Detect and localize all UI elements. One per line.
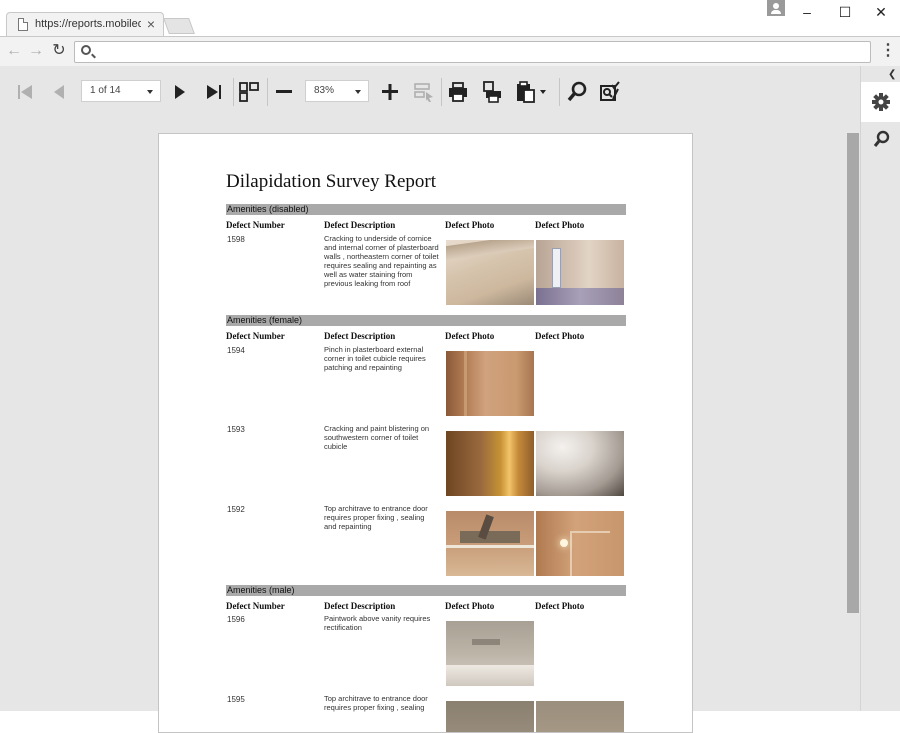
defect-number: 1595 bbox=[227, 695, 245, 704]
search-tab[interactable] bbox=[861, 122, 900, 158]
omnibox-search-icon bbox=[81, 45, 91, 55]
first-page-icon[interactable] bbox=[13, 80, 37, 104]
report-viewer: 1 of 14 83% ❮ Dilapidation Survey Report… bbox=[0, 66, 900, 733]
toolbar-divider bbox=[559, 78, 560, 106]
defect-description: Cracking to underside of cornice and int… bbox=[324, 234, 439, 288]
print-icon[interactable] bbox=[446, 80, 470, 104]
defect-photo bbox=[536, 511, 624, 576]
parameters-icon[interactable] bbox=[598, 80, 622, 104]
document-icon bbox=[18, 18, 28, 31]
search-icon bbox=[873, 130, 890, 147]
chevron-down-icon bbox=[147, 90, 153, 94]
defect-photo bbox=[446, 431, 534, 496]
search-icon[interactable] bbox=[565, 80, 589, 104]
page-indicator: 1 of 14 bbox=[90, 85, 121, 96]
defect-description: Pinch in plasterboard external corner in… bbox=[324, 345, 426, 372]
defect-photo bbox=[536, 431, 624, 496]
forward-arrow-icon[interactable]: → bbox=[27, 42, 45, 60]
print-page-icon[interactable] bbox=[480, 80, 504, 104]
defect-number: 1594 bbox=[227, 346, 245, 355]
defect-photo bbox=[446, 621, 534, 686]
scrollbar-thumb[interactable] bbox=[847, 133, 859, 613]
zoom-selector[interactable]: 83% bbox=[305, 80, 369, 102]
minimize-icon[interactable]: – bbox=[795, 3, 819, 21]
section-header: Amenities (female) bbox=[226, 315, 626, 326]
page-selector[interactable]: 1 of 14 bbox=[81, 80, 161, 102]
defect-description: Paintwork above vanity requires rectific… bbox=[324, 614, 431, 632]
profile-icon[interactable] bbox=[767, 0, 785, 16]
browser-menu-icon[interactable]: ⋮ bbox=[880, 43, 896, 61]
zoom-out-icon[interactable] bbox=[272, 80, 296, 104]
settings-tab[interactable] bbox=[861, 82, 900, 122]
defect-photo bbox=[536, 701, 624, 732]
tab-title: https://reports.mobiledata... bbox=[35, 18, 141, 30]
section-header: Amenities (male) bbox=[226, 585, 626, 596]
defect-description: Top architrave to entrance door requires… bbox=[324, 694, 428, 712]
defect-photo bbox=[536, 240, 624, 305]
chevron-down-icon bbox=[355, 90, 361, 94]
report-page: Dilapidation Survey Report Amenities (di… bbox=[158, 133, 693, 733]
maximize-icon[interactable]: ☐ bbox=[833, 3, 857, 21]
column-header-description: Defect Description bbox=[324, 601, 396, 611]
defect-photo bbox=[446, 701, 534, 732]
next-page-icon[interactable] bbox=[168, 80, 192, 104]
toolbar-divider bbox=[441, 78, 442, 106]
column-header-number: Defect Number bbox=[226, 601, 285, 611]
column-header-photo: Defect Photo bbox=[535, 331, 585, 341]
collapse-icon[interactable]: ❮ bbox=[888, 69, 896, 80]
toolbar-divider bbox=[233, 78, 234, 106]
reload-icon[interactable]: ↻ bbox=[50, 42, 68, 60]
back-arrow-icon[interactable]: ← bbox=[5, 42, 23, 60]
browser-tab[interactable]: https://reports.mobiledata... × bbox=[6, 12, 164, 37]
address-bar-row: ← → ↻ ⋮ bbox=[0, 36, 900, 66]
defect-number: 1598 bbox=[227, 235, 245, 244]
defect-photo bbox=[446, 351, 534, 416]
toolbar-divider bbox=[267, 78, 268, 106]
column-header-photo: Defect Photo bbox=[535, 601, 585, 611]
defect-number: 1592 bbox=[227, 505, 245, 514]
close-window-icon[interactable]: ✕ bbox=[869, 3, 893, 21]
gear-icon bbox=[872, 93, 890, 111]
highlight-editing-icon[interactable] bbox=[412, 80, 436, 104]
column-header-number: Defect Number bbox=[226, 220, 285, 230]
address-input[interactable] bbox=[74, 41, 871, 63]
new-tab-button[interactable] bbox=[163, 18, 195, 34]
column-header-photo: Defect Photo bbox=[445, 220, 495, 230]
zoom-level: 83% bbox=[314, 85, 335, 96]
browser-titlebar: https://reports.mobiledata... × – ☐ ✕ bbox=[0, 0, 900, 37]
multi-page-icon[interactable] bbox=[237, 80, 261, 104]
column-header-number: Defect Number bbox=[226, 331, 285, 341]
zoom-in-icon[interactable] bbox=[378, 80, 402, 104]
defect-photo bbox=[446, 240, 534, 305]
column-header-description: Defect Description bbox=[324, 220, 396, 230]
column-header-description: Defect Description bbox=[324, 331, 396, 341]
column-header-photo: Defect Photo bbox=[445, 601, 495, 611]
defect-number: 1593 bbox=[227, 425, 245, 434]
tab-close-icon[interactable]: × bbox=[147, 16, 155, 32]
defect-photo bbox=[446, 511, 534, 576]
viewer-toolbar: 1 of 14 83% bbox=[0, 66, 860, 118]
last-page-icon[interactable] bbox=[202, 80, 226, 104]
export-icon[interactable] bbox=[514, 80, 548, 104]
defect-description: Cracking and paint blistering on southwe… bbox=[324, 424, 430, 451]
defect-number: 1596 bbox=[227, 615, 245, 624]
prev-page-icon[interactable] bbox=[47, 80, 71, 104]
column-header-photo: Defect Photo bbox=[535, 220, 585, 230]
column-header-photo: Defect Photo bbox=[445, 331, 495, 341]
defect-description: Top architrave to entrance door requires… bbox=[324, 504, 428, 531]
report-title: Dilapidation Survey Report bbox=[226, 171, 437, 192]
side-panel: ❮ bbox=[860, 66, 900, 711]
section-header: Amenities (disabled) bbox=[226, 204, 626, 215]
